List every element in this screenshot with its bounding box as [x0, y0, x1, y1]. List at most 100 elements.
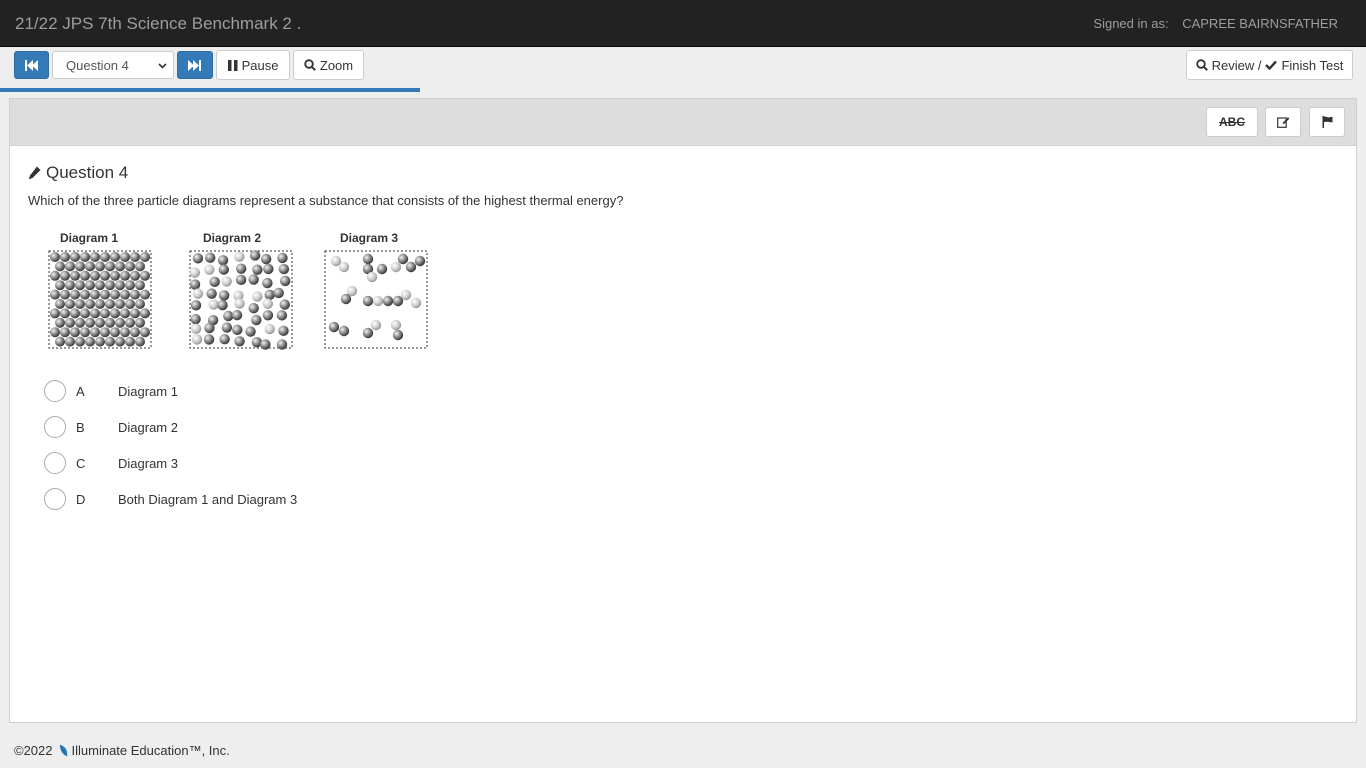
- radio-a[interactable]: [44, 380, 66, 402]
- particle: [65, 299, 75, 309]
- test-toolbar: Question 4 Pause Zoom Review / Finish Te…: [0, 47, 1366, 89]
- particle: [252, 291, 263, 302]
- previous-question-button[interactable]: [14, 51, 49, 79]
- answer-choice-a[interactable]: A Diagram 1: [44, 379, 178, 403]
- question-title: Question 4: [28, 163, 128, 183]
- pause-label: Pause: [241, 57, 279, 73]
- particle: [400, 289, 412, 301]
- question-panel: ABC Question 4 Which of the three partic…: [9, 98, 1357, 723]
- particle: [190, 323, 202, 334]
- particle: [75, 336, 85, 347]
- notes-button[interactable]: [1265, 107, 1301, 137]
- particle: [95, 336, 105, 347]
- question-select[interactable]: Question 4: [52, 51, 174, 79]
- particle: [105, 261, 115, 272]
- particle: [232, 324, 243, 336]
- particle: [203, 334, 215, 345]
- particle: [100, 327, 110, 338]
- particle: [115, 336, 125, 347]
- review-finish-button[interactable]: Review / Finish Test: [1186, 50, 1353, 80]
- pause-button[interactable]: Pause: [216, 50, 290, 80]
- particle: [234, 251, 245, 262]
- signed-in-label: Signed in as:: [1093, 16, 1169, 31]
- particle: [338, 261, 350, 273]
- particle: [221, 276, 232, 287]
- particle: [234, 336, 245, 347]
- particle: [125, 336, 135, 347]
- particle: [140, 308, 150, 319]
- particle: [219, 333, 230, 345]
- zoom-button[interactable]: Zoom: [293, 50, 364, 80]
- strikethrough-label: ABC: [1219, 115, 1245, 129]
- particle: [120, 252, 130, 262]
- particle: [245, 326, 256, 337]
- particle: [248, 303, 259, 314]
- question-tools-bar: ABC: [10, 99, 1356, 146]
- particle: [410, 297, 422, 309]
- particle: [218, 264, 230, 275]
- particle: [130, 327, 140, 338]
- pause-icon: [227, 59, 238, 71]
- particle: [90, 327, 100, 338]
- particle: [70, 327, 80, 338]
- particle: [70, 289, 80, 300]
- particle: [205, 252, 216, 263]
- fast-forward-icon: [188, 59, 201, 71]
- particle: [55, 336, 65, 347]
- particle: [115, 299, 125, 309]
- particle: [273, 287, 284, 299]
- particle: [125, 317, 135, 328]
- test-title: 21/22 JPS 7th Science Benchmark 2 .: [15, 14, 302, 33]
- particle: [125, 261, 135, 272]
- particle: [80, 252, 90, 262]
- particle: [264, 289, 275, 301]
- particle: [370, 319, 382, 331]
- answer-eliminator-button[interactable]: ABC: [1206, 107, 1258, 137]
- particle: [90, 252, 100, 262]
- choice-text: Diagram 1: [118, 383, 178, 399]
- answer-choice-c[interactable]: C Diagram 3: [44, 451, 178, 475]
- particle: [390, 261, 402, 273]
- choice-text: Diagram 2: [118, 419, 178, 435]
- radio-c[interactable]: [44, 452, 66, 474]
- particle: [50, 327, 60, 338]
- particle: [125, 299, 135, 309]
- particle: [140, 327, 150, 338]
- particle: [279, 275, 291, 287]
- particle: [278, 263, 290, 275]
- flag-button[interactable]: [1309, 107, 1345, 137]
- particle: [115, 317, 125, 328]
- progress-bar: [0, 88, 420, 92]
- particle: [80, 289, 90, 300]
- choice-text: Diagram 3: [118, 455, 178, 471]
- particle: [105, 280, 115, 291]
- particle: [277, 252, 288, 264]
- radio-d[interactable]: [44, 488, 66, 510]
- particle: [100, 270, 110, 281]
- particle: [135, 317, 145, 328]
- particle: [85, 261, 95, 272]
- answer-choice-b[interactable]: B Diagram 2: [44, 415, 178, 439]
- particle: [190, 300, 202, 311]
- particle: [120, 289, 130, 300]
- particle: [217, 255, 229, 266]
- particle: [135, 261, 145, 272]
- particle: [206, 288, 217, 299]
- particle: [249, 250, 261, 261]
- particle: [362, 253, 374, 265]
- question-text: Which of the three particle diagrams rep…: [28, 193, 624, 208]
- particle: [55, 280, 65, 291]
- particle: [60, 308, 70, 319]
- particle: [130, 252, 140, 262]
- next-question-button[interactable]: [177, 51, 213, 79]
- footer: ©2022 Illuminate Education™, Inc.: [14, 743, 230, 758]
- particle: [260, 339, 271, 350]
- particle: [110, 308, 120, 319]
- diagram-3-label: Diagram 3: [340, 231, 398, 245]
- particle: [338, 325, 350, 337]
- answer-choice-d[interactable]: D Both Diagram 1 and Diagram 3: [44, 487, 297, 511]
- radio-b[interactable]: [44, 416, 66, 438]
- particle: [90, 308, 100, 319]
- particle: [60, 327, 70, 338]
- choice-text: Both Diagram 1 and Diagram 3: [118, 491, 298, 507]
